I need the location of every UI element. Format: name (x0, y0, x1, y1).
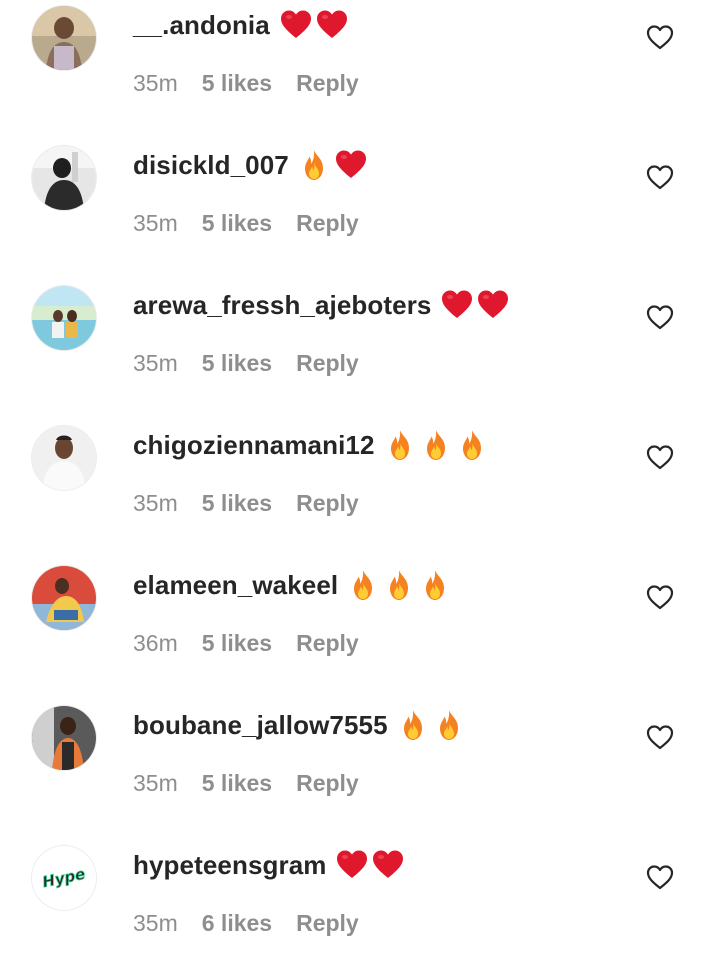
red-heart-emoji (280, 9, 312, 41)
comment-text-emojis (336, 849, 404, 881)
username-line: chigoziennamani12 (133, 428, 489, 462)
red-heart-emoji (441, 289, 473, 321)
comment-meta: 35m 5 likes Reply (133, 350, 359, 377)
comment-time: 36m (133, 630, 178, 656)
red-heart-emoji (336, 849, 368, 881)
fire-emoji (385, 429, 417, 461)
user-avatar[interactable] (32, 566, 96, 630)
fire-emoji (434, 709, 466, 741)
comment-time: 35m (133, 910, 178, 936)
comment-text-emojis (441, 289, 509, 321)
like-heart-icon[interactable] (646, 24, 674, 50)
reply-button[interactable]: Reply (296, 70, 359, 97)
comment-likes-count[interactable]: 5 likes (202, 770, 272, 797)
user-avatar[interactable] (32, 6, 96, 70)
comment-item: __.andonia 35m 5 likes Reply (0, 0, 720, 140)
comment-meta: 35m 5 likes Reply (133, 770, 359, 797)
like-heart-icon[interactable] (646, 724, 674, 750)
comment-likes-count[interactable]: 5 likes (202, 350, 272, 377)
reply-button[interactable]: Reply (296, 770, 359, 797)
fire-emoji (299, 149, 331, 181)
comment-likes-count[interactable]: 5 likes (202, 490, 272, 517)
reply-button[interactable]: Reply (296, 350, 359, 377)
comment-text-emojis (348, 569, 452, 601)
comment-item: chigoziennamani12 35m 5 likes Reply (0, 420, 720, 560)
like-heart-icon[interactable] (646, 584, 674, 610)
like-heart-icon[interactable] (646, 164, 674, 190)
comment-meta: 36m 5 likes Reply (133, 630, 359, 657)
comment-time: 35m (133, 70, 178, 96)
comment-username[interactable]: __.andonia (133, 10, 270, 41)
reply-button[interactable]: Reply (296, 630, 359, 657)
comment-time: 35m (133, 210, 178, 236)
comment-meta: 35m 6 likes Reply (133, 910, 359, 937)
comment-text-emojis (385, 429, 489, 461)
comment-meta: 35m 5 likes Reply (133, 70, 359, 97)
red-heart-emoji (477, 289, 509, 321)
username-line: __.andonia (133, 8, 348, 42)
hype-logo-avatar[interactable]: Hype (32, 846, 96, 910)
reply-button[interactable]: Reply (296, 490, 359, 517)
reply-button[interactable]: Reply (296, 210, 359, 237)
comment-time: 35m (133, 350, 178, 376)
fire-emoji (420, 569, 452, 601)
like-heart-icon[interactable] (646, 444, 674, 470)
user-avatar[interactable] (32, 286, 96, 350)
username-line: arewa_fressh_ajeboters (133, 288, 509, 322)
comment-text-emojis (398, 709, 466, 741)
fire-emoji (457, 429, 489, 461)
like-heart-icon[interactable] (646, 864, 674, 890)
comment-username[interactable]: hypeteensgram (133, 850, 326, 881)
comment-username[interactable]: arewa_fressh_ajeboters (133, 290, 431, 321)
comment-likes-count[interactable]: 5 likes (202, 210, 272, 237)
red-heart-emoji (372, 849, 404, 881)
username-line: elameen_wakeel (133, 568, 452, 602)
comment-time: 35m (133, 770, 178, 796)
red-heart-emoji (335, 149, 367, 181)
red-heart-emoji (316, 9, 348, 41)
fire-emoji (398, 709, 430, 741)
comment-likes-count[interactable]: 5 likes (202, 630, 272, 657)
username-line: disickld_007 (133, 148, 367, 182)
comment-item: boubane_jallow7555 35m 5 likes Reply (0, 700, 720, 840)
fire-emoji (348, 569, 380, 601)
username-line: boubane_jallow7555 (133, 708, 466, 742)
comment-item: arewa_fressh_ajeboters 35m 5 likes Reply (0, 280, 720, 420)
comment-time: 35m (133, 490, 178, 516)
user-avatar[interactable] (32, 706, 96, 770)
comment-meta: 35m 5 likes Reply (133, 490, 359, 517)
comment-meta: 35m 5 likes Reply (133, 210, 359, 237)
comment-item: Hype hypeteensgram 35m 6 likes Reply (0, 840, 720, 980)
comment-username[interactable]: boubane_jallow7555 (133, 710, 388, 741)
comment-username[interactable]: elameen_wakeel (133, 570, 338, 601)
comment-likes-count[interactable]: 5 likes (202, 70, 272, 97)
comment-likes-count[interactable]: 6 likes (202, 910, 272, 937)
comment-username[interactable]: disickld_007 (133, 150, 289, 181)
comment-item: disickld_007 35m 5 likes Reply (0, 140, 720, 280)
fire-emoji (421, 429, 453, 461)
comment-text-emojis (299, 149, 367, 181)
user-avatar[interactable] (32, 146, 96, 210)
fire-emoji (384, 569, 416, 601)
username-line: hypeteensgram (133, 848, 404, 882)
user-avatar[interactable] (32, 426, 96, 490)
comment-username[interactable]: chigoziennamani12 (133, 430, 375, 461)
comment-item: elameen_wakeel 36m 5 likes Reply (0, 560, 720, 700)
reply-button[interactable]: Reply (296, 910, 359, 937)
like-heart-icon[interactable] (646, 304, 674, 330)
comment-text-emojis (280, 9, 348, 41)
